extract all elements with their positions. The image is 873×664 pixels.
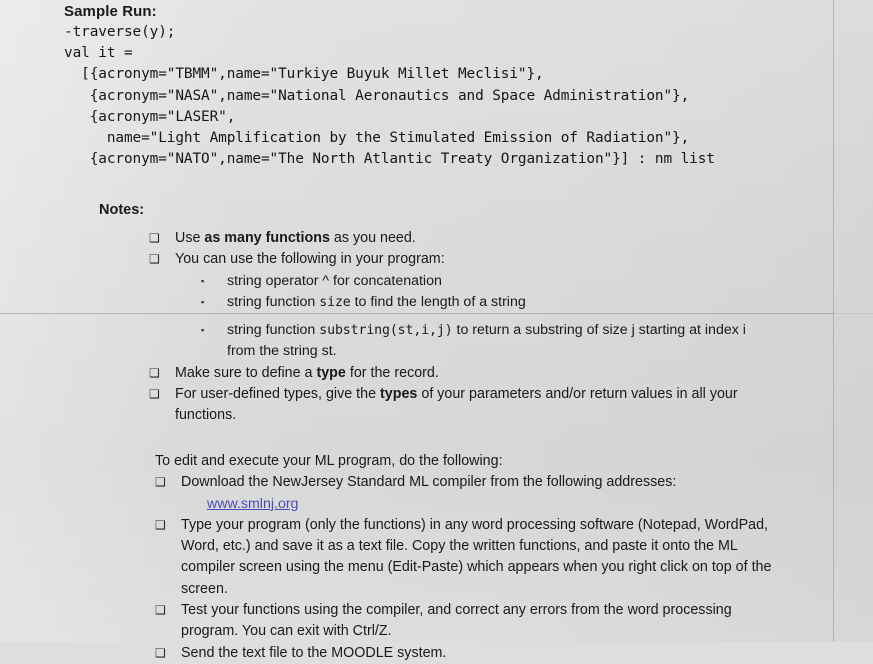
list-item-text: Test your functions using the compiler, … <box>181 602 732 640</box>
list-item-text: string function substring(st,i,j) to ret… <box>227 322 746 359</box>
list-item: ▪ string function substring(st,i,j) to r… <box>201 320 749 363</box>
list-item: ❑ For user-defined types, give the types… <box>149 384 749 427</box>
list-item: ❑ Make sure to define a type for the rec… <box>149 363 749 384</box>
code-span: size <box>319 294 351 310</box>
list-item: ❑ You can use the following in your prog… <box>149 249 789 270</box>
hollow-square-bullet-icon: ❑ <box>155 517 166 532</box>
notes-heading: Notes: <box>99 202 145 218</box>
list-item: ▪ string operator ^ for concatenation <box>201 271 789 292</box>
execution-instructions: To edit and execute your ML program, do … <box>155 451 775 664</box>
list-item-text-after: for the record. <box>345 364 439 381</box>
list-item-text: Use as many functions as you need. <box>175 230 416 246</box>
list-item-text: Type your program (only the functions) i… <box>181 516 772 597</box>
hollow-square-bullet-icon: ❑ <box>155 475 166 490</box>
list-item: ▪ string function size to find the lengt… <box>201 292 789 313</box>
list-item-text-before: string function <box>227 293 320 310</box>
sample-run-heading: Sample Run: <box>64 3 157 20</box>
notes-sublist: ▪ string operator ^ for concatenation ▪ … <box>149 271 789 314</box>
filled-square-bullet-icon: ▪ <box>201 296 205 307</box>
list-item-text: Make sure to define a type for the recor… <box>175 365 439 381</box>
list-item-text: string operator ^ for concatenation <box>227 272 442 289</box>
list-item-text-before: For user-defined types, give the <box>175 385 381 402</box>
hollow-square-bullet-icon: ❑ <box>155 603 166 618</box>
list-item-text: string function size to find the length … <box>227 294 526 310</box>
download-link-row[interactable]: www.smlnj.org <box>181 494 775 515</box>
list-item-text: You can use the following in your progra… <box>175 251 445 268</box>
hollow-square-bullet-icon: ❑ <box>155 645 166 660</box>
execution-lead-text: To edit and execute your ML program, do … <box>155 453 503 469</box>
smlnj-link[interactable]: www.smlnj.org <box>207 496 298 512</box>
notes-list-continued: ▪ string function substring(st,i,j) to r… <box>149 320 749 426</box>
list-item-text-before: string function <box>227 322 320 338</box>
list-item-text-before: Make sure to define a <box>175 364 317 381</box>
list-item-text: Download the NewJersey Standard ML compi… <box>181 474 677 491</box>
filled-square-bullet-icon: ▪ <box>201 325 205 335</box>
list-item: ❑ Test your functions using the compiler… <box>155 600 775 643</box>
list-item-text-before: Use <box>175 230 205 246</box>
list-item: ❑ Send the text file to the MOODLE syste… <box>155 643 775 664</box>
list-item-text-bold: types <box>380 385 418 402</box>
list-item-text-after: as you need. <box>329 230 416 246</box>
list-item-text-bold: type <box>316 364 346 381</box>
notes-sublist-continued: ▪ string function substring(st,i,j) to r… <box>149 320 749 363</box>
list-item: ❑ Type your program (only the functions)… <box>155 515 775 600</box>
list-item-text-bold: as many functions <box>204 230 330 246</box>
list-item-text: For user-defined types, give the types o… <box>175 386 738 423</box>
list-item-text-after: to find the length of a string <box>350 293 526 310</box>
hollow-square-bullet-icon: ❑ <box>149 231 160 245</box>
notes-list: ❑ Use as many functions as you need. ❑ Y… <box>149 228 789 313</box>
hollow-square-bullet-icon: ❑ <box>149 365 160 380</box>
sample-run-code-block: -traverse(y); val it = [{acronym="TBMM",… <box>64 24 715 168</box>
hollow-square-bullet-icon: ❑ <box>149 386 160 401</box>
list-item-text: Send the text file to the MOODLE system. <box>181 644 447 661</box>
list-item: ❑ Download the NewJersey Standard ML com… <box>155 472 775 515</box>
list-item: ❑ Use as many functions as you need. <box>149 228 789 249</box>
hollow-square-bullet-icon: ❑ <box>149 252 160 267</box>
filled-square-bullet-icon: ▪ <box>201 275 205 286</box>
document-content: Sample Run: -traverse(y); val it = [{acr… <box>0 0 873 661</box>
code-span: substring(st,i,j) <box>319 323 453 338</box>
